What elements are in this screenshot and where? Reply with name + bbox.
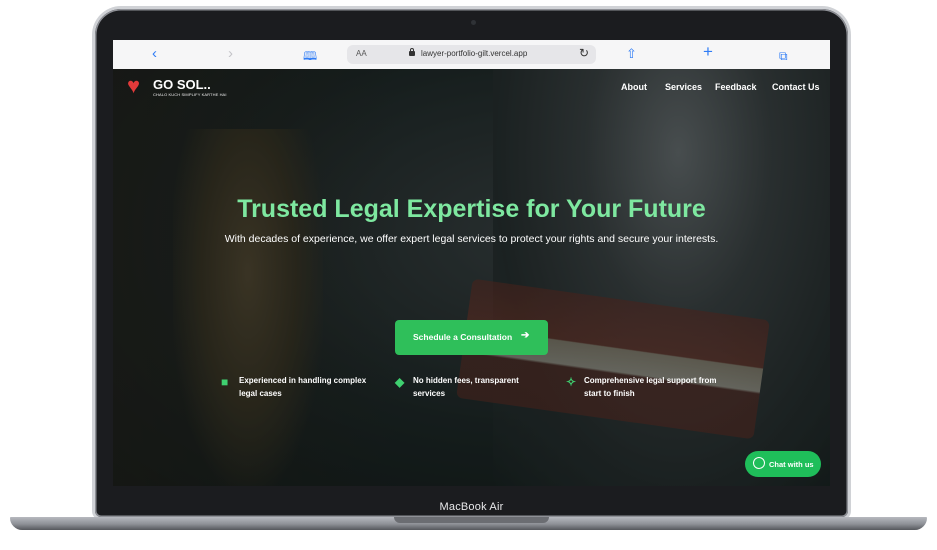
schedule-consultation-button[interactable]: Schedule a Consultation ➔ (395, 320, 548, 355)
base-notch (394, 517, 549, 523)
heart-logo-icon: ♥ (127, 73, 141, 98)
share-icon[interactable]: ⇧ (626, 46, 637, 62)
device-label: MacBook Air (439, 501, 504, 513)
feature-text: No hidden fees, transparent services (413, 376, 519, 398)
shield-icon: ◆ (395, 375, 405, 389)
briefcase-icon: ■ (221, 375, 229, 389)
nav-about[interactable]: About (621, 82, 647, 92)
dark-overlay (113, 69, 830, 486)
tabs-icon[interactable]: ⧉ (779, 48, 788, 64)
camera (471, 20, 476, 25)
hero-section: ♥ GO SOL.. CHALO KUCH SIMPLIFY KARTHE HA… (113, 69, 830, 486)
nav-contact[interactable]: Contact Us (772, 82, 820, 92)
chevron-right-icon[interactable]: › (228, 46, 233, 62)
chat-label: Chat with us (769, 460, 814, 469)
chat-with-us-button[interactable]: Chat with us (745, 451, 821, 477)
screen: ‹ › 🕮 AA lawyer-portfolio-gilt.vercel.ap… (113, 40, 830, 486)
chevron-left-icon[interactable]: ‹ (152, 46, 157, 62)
text-size-button[interactable]: AA (356, 49, 367, 58)
hero-title: Trusted Legal Expertise for Your Future (237, 195, 706, 223)
whatsapp-icon (753, 457, 765, 469)
plus-icon[interactable]: + (703, 43, 713, 60)
book-icon[interactable]: 🕮 (303, 48, 317, 64)
browser-toolbar: ‹ › 🕮 AA lawyer-portfolio-gilt.vercel.ap… (113, 40, 830, 70)
nav-feedback[interactable]: Feedback (715, 82, 757, 92)
handshake-icon: ✧ (566, 375, 577, 389)
hero-subtitle: With decades of experience, we offer exp… (224, 233, 719, 245)
nav-services[interactable]: Services (665, 82, 702, 92)
feature-text: Comprehensive legal support from start t… (584, 376, 717, 398)
logo-tagline: CHALO KUCH SIMPLIFY KARTHE HAI (153, 92, 227, 97)
arrow-circle-icon: ➔ (521, 330, 530, 341)
logo-title: GO SOL.. (153, 77, 211, 92)
cta-label: Schedule a Consultation (413, 332, 513, 342)
reload-icon[interactable]: ↻ (579, 46, 589, 60)
lock-icon (409, 48, 415, 56)
address-bar[interactable]: AA lawyer-portfolio-gilt.vercel.app ↻ (347, 45, 596, 64)
url-text[interactable]: lawyer-portfolio-gilt.vercel.app (421, 49, 527, 58)
feature-text: Experienced in handling complex legal ca… (239, 376, 367, 398)
